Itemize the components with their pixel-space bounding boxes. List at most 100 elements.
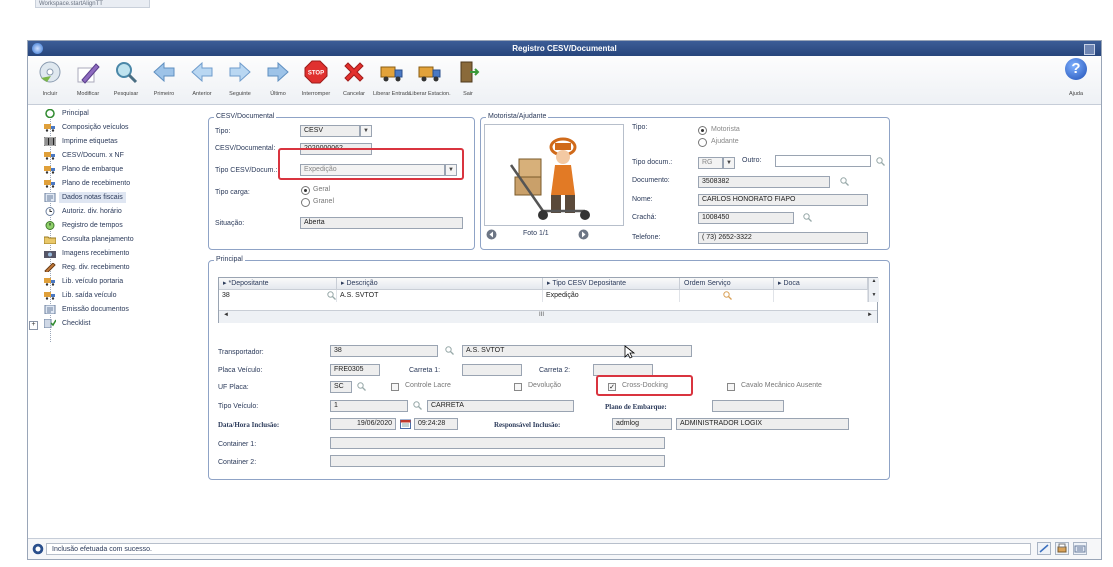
toolbar-sair-button[interactable]: Sair [450,58,486,102]
depositante-search-icon[interactable] [327,291,336,300]
truck-entry-icon [380,66,403,82]
devolucao-checkbox[interactable] [514,383,522,391]
col-descricao-header[interactable]: ▸ Descrição [337,278,543,290]
tree-item-registro-tempos[interactable]: Registro de tempos [30,220,198,232]
title-bar: Registro CESV/Documental [28,41,1101,56]
toolbar-anterior-button[interactable]: Anterior [184,58,220,102]
tree-item-lib-saida[interactable]: Lib. saída veículo [30,290,198,302]
situacao-field[interactable]: Aberta [300,217,463,229]
tree-item-imagens[interactable]: Imagens recebimento [30,248,198,260]
motorista-doc-type-dropdown[interactable]: ▼ [723,157,735,169]
grid-horizontal-scrollbar[interactable]: ◄ III ► [219,310,877,323]
telefone-label: Telefone: [632,234,661,241]
data-inclusao-field[interactable]: 19/06/2020 [330,418,396,430]
toolbar-pesquisar-button[interactable]: Pesquisar [108,58,144,102]
documento-field[interactable]: 3508382 [698,176,830,188]
nome-field[interactable]: CARLOS HONORATO FIAPO [698,194,868,206]
toolbar-seguinte-button[interactable]: Seguinte [222,58,258,102]
cell-descricao[interactable]: A.S. SVTOT [337,290,543,302]
toolbar-ultimo-button[interactable]: Último [260,58,296,102]
keyboard-icon [1074,545,1086,553]
uf-field[interactable]: SC [330,381,352,393]
tree-item-consulta[interactable]: Consulta planejamento [30,234,198,246]
tipo-ajudante-radio[interactable] [698,138,707,147]
grid-vertical-scrollbar[interactable]: ▲ ▼ [868,278,879,302]
status-tool-button-3[interactable] [1073,542,1087,555]
ordem-servico-search-icon[interactable] [723,291,732,300]
tipo-veiculo-name-field[interactable]: CARRETA [427,400,574,412]
uf-search-icon[interactable] [357,382,366,391]
motorista-doc-type-select[interactable]: RG [698,157,723,169]
cell-depositante[interactable]: 38 [219,290,337,302]
toolbar-liberar-estacion-button[interactable]: Liberar Estacion. [409,58,451,102]
tree-item-emissao[interactable]: Emissão documentos [30,304,198,316]
tree-item-label: Principal [62,110,89,117]
carga-granel-radio[interactable] [301,198,310,207]
highlight-tipo-docum [278,148,464,180]
cell-tipo-cesv[interactable]: Expedição [543,290,680,302]
status-tool-button-2[interactable] [1055,542,1069,555]
col-doca-header[interactable]: ▸ Doca [774,278,868,290]
col-ordem-servico-header[interactable]: Ordem Serviço [680,278,774,290]
cell-doca[interactable] [774,290,868,302]
close-window-button[interactable] [1084,44,1095,55]
tree-item-checklist[interactable]: Checklist [30,318,198,330]
toolbar-incluir-button[interactable]: Incluir [32,58,68,102]
toolbar-cancelar-button[interactable]: Cancelar [336,58,372,102]
col-header-label: *Depositante [228,280,269,287]
cavalo-checkbox[interactable] [727,383,735,391]
link-icon [1039,544,1049,553]
tree-expand-toggle[interactable]: + [29,321,38,330]
container2-field[interactable] [330,455,665,467]
tipo-select[interactable]: CESV [300,125,360,137]
truck-icon [44,278,55,286]
cracha-search-icon[interactable] [803,213,812,222]
photo-prev-icon[interactable] [486,229,497,240]
container1-field[interactable] [330,437,665,449]
transportador-search-icon[interactable] [445,346,454,355]
carga-geral-radio[interactable] [301,186,310,195]
transportador-code-field[interactable]: 38 [330,345,438,357]
outro-field[interactable] [775,155,871,167]
tree-item-plano-embarque[interactable]: Plano de embarque [30,164,198,176]
tree-item-dados-notas[interactable]: Dados notas fiscais [30,192,198,204]
col-depositante-header[interactable]: ▸ *Depositante [219,278,337,290]
tree-item-lib-portaria[interactable]: Lib. veículo portaria [30,276,198,288]
placa-field[interactable]: FRE0305 [330,364,380,376]
status-tool-button-1[interactable] [1037,542,1051,555]
toolbar-liberar-entrada-button[interactable]: Liberar Entrada [373,58,411,102]
workspace-tab[interactable]: Workspace.startAlignTT [35,0,150,8]
outro-search-icon[interactable] [876,157,885,166]
calendar-icon[interactable] [400,419,411,429]
toolbar-modificar-button[interactable]: Modificar [70,58,106,102]
tree-item-reg-div[interactable]: Reg. div. recebimento [30,262,198,274]
tree-item-composicao[interactable]: Composição veículos [30,122,198,134]
tipo-veiculo-search-icon[interactable] [413,401,422,410]
documento-search-icon[interactable] [840,177,849,186]
tree-item-imprime[interactable]: Imprime etiquetas [30,136,198,148]
tree-item-cesv-nf[interactable]: CESV/Docum. x NF [30,150,198,162]
transportador-name-field[interactable]: A.S. SVTOT [462,345,692,357]
hora-inclusao-field[interactable]: 09:24:28 [414,418,458,430]
scroll-thumb[interactable]: III [539,312,544,318]
cracha-field[interactable]: 1008450 [698,212,794,224]
toolbar-interromper-button[interactable]: STOP Interromper [298,58,334,102]
tree-item-plano-recebimento[interactable]: Plano de recebimento [30,178,198,190]
responsavel-user-field[interactable]: admlog [612,418,672,430]
controle-lacre-checkbox[interactable] [391,383,399,391]
photo-next-icon[interactable] [578,229,589,240]
tipo-veiculo-code-field[interactable]: 1 [330,400,408,412]
toolbar-primeiro-button[interactable]: Primeiro [146,58,182,102]
tree-item-principal[interactable]: Principal [30,108,198,120]
col-tipo-cesv-header[interactable]: ▸ Tipo CESV Depositante [543,278,680,290]
carreta1-field[interactable] [462,364,522,376]
telefone-field[interactable]: ( 73) 2652-3322 [698,232,868,244]
camera-icon [44,251,56,258]
responsavel-name-field[interactable]: ADMINISTRADOR LOGIX [676,418,849,430]
plano-embarque-field[interactable] [712,400,784,412]
tipo-motorista-radio[interactable] [698,126,707,135]
nome-label: Nome: [632,196,653,203]
tipo-dropdown-button[interactable]: ▼ [360,125,372,137]
tree-item-autoriz[interactable]: Autoriz. div. horário [30,206,198,218]
help-button[interactable]: ? Ajuda [1061,58,1091,102]
